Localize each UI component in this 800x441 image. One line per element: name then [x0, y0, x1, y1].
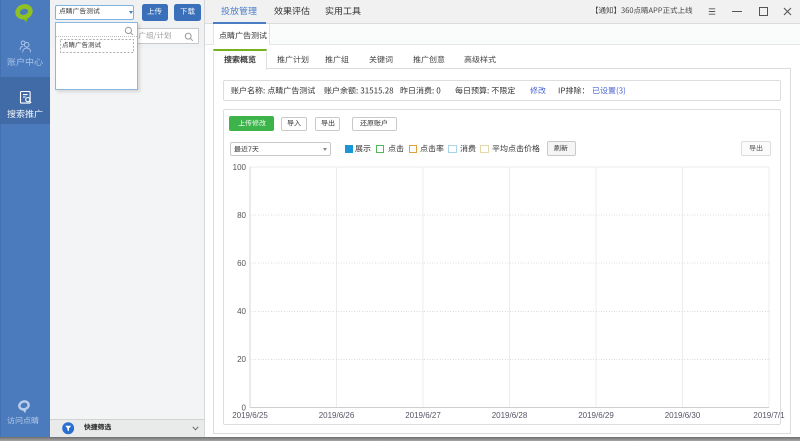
- svg-text:2019/6/25: 2019/6/25: [232, 411, 268, 420]
- svg-text:20: 20: [237, 355, 246, 364]
- svg-text:2019/6/29: 2019/6/29: [578, 411, 614, 420]
- svg-text:100: 100: [233, 163, 247, 172]
- svg-text:2019/6/30: 2019/6/30: [665, 411, 701, 420]
- svg-text:2019/6/28: 2019/6/28: [492, 411, 528, 420]
- svg-text:40: 40: [237, 307, 246, 316]
- svg-text:80: 80: [237, 211, 246, 220]
- svg-text:60: 60: [237, 259, 246, 268]
- svg-text:2019/7/1: 2019/7/1: [753, 411, 785, 420]
- svg-text:2019/6/27: 2019/6/27: [405, 411, 441, 420]
- svg-text:2019/6/26: 2019/6/26: [319, 411, 355, 420]
